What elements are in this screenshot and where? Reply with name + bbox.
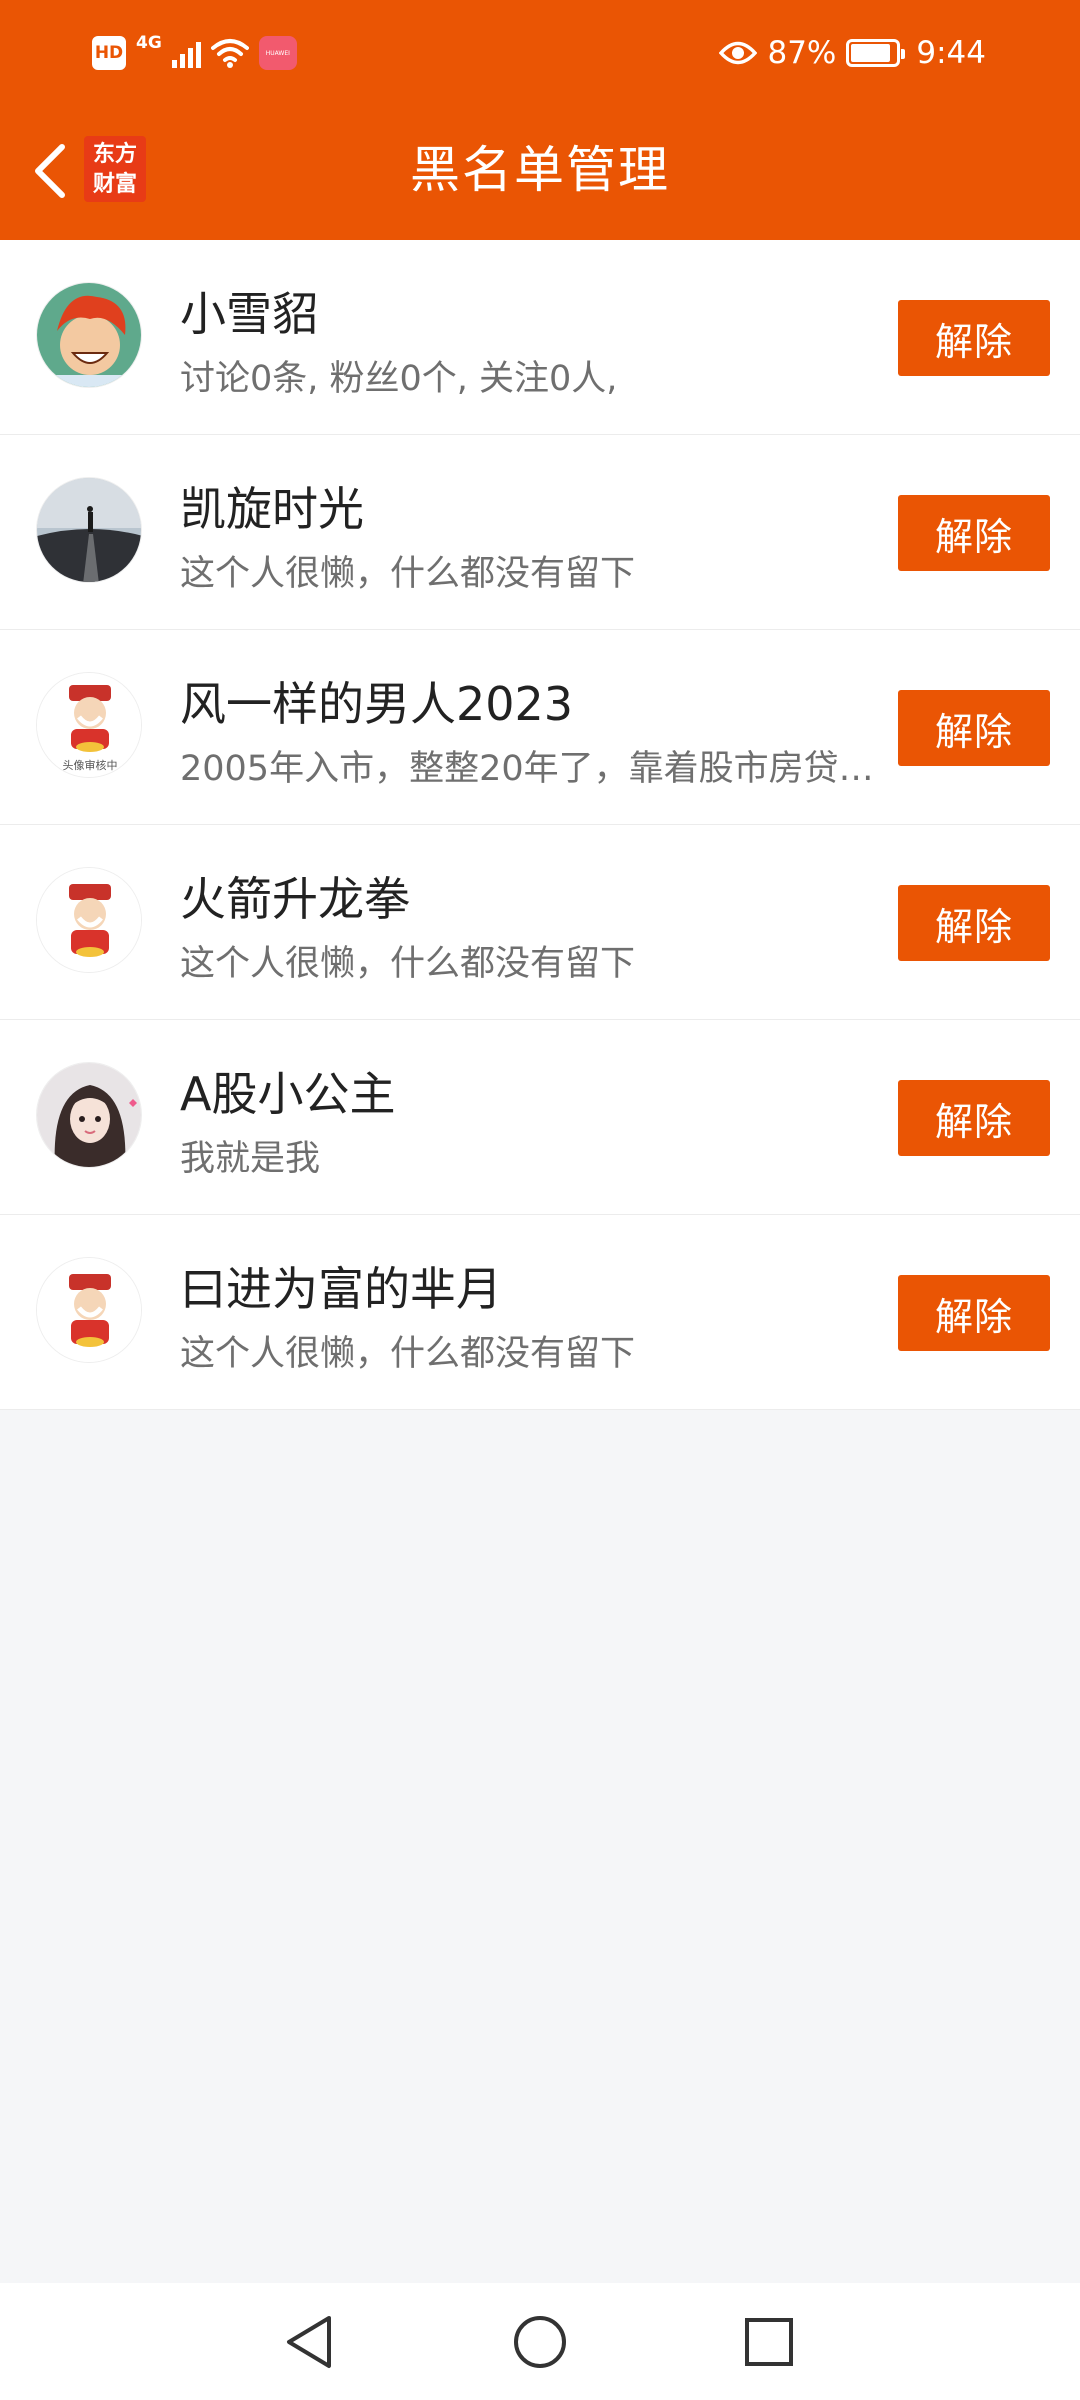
list-item: 曰进为富的芈月 这个人很懒，什么都没有留下 解除 (0, 1215, 1080, 1410)
list-item: 火箭升龙拳 这个人很懒，什么都没有留下 解除 (0, 825, 1080, 1020)
status-bar: HD 4G HUAWEI 87% 9:44 (0, 0, 1080, 100)
circle-home-icon (514, 2316, 566, 2368)
battery-icon (846, 39, 906, 67)
avatar[interactable] (36, 477, 142, 583)
status-right: 87% 9:44 (719, 28, 986, 78)
unblock-button[interactable]: 解除 (898, 300, 1050, 376)
user-name: 风一样的男人2023 (180, 677, 574, 731)
square-recents-icon (745, 2318, 793, 2366)
hd-icon: HD (92, 36, 126, 70)
user-name: 火箭升龙拳 (180, 872, 410, 926)
clock: 9:44 (916, 35, 986, 71)
app-header: 黑名单管理 东方 财富 (0, 100, 1080, 240)
list-item: A股小公主 我就是我 解除 (0, 1020, 1080, 1215)
avatar[interactable]: 头像审核中 (36, 672, 142, 778)
user-description: 讨论0条, 粉丝0个, 关注0人, (180, 359, 618, 399)
unblock-button[interactable]: 解除 (898, 690, 1050, 766)
user-description: 我就是我 (180, 1139, 321, 1179)
avatar[interactable] (36, 282, 142, 388)
battery-fill (851, 44, 890, 62)
unblock-button[interactable]: 解除 (898, 495, 1050, 571)
status-left: HD 4G HUAWEI (92, 30, 297, 76)
user-name: 凯旋时光 (180, 482, 364, 536)
avatar[interactable] (36, 1062, 142, 1168)
avatar[interactable] (36, 867, 142, 973)
user-description: 2005年入市，整整20年了，靠着股市房贷还清了 (180, 749, 880, 789)
battery-percent: 87% (767, 35, 837, 71)
list-item: 头像审核中 风一样的男人2023 2005年入市，整整20年了，靠着股市房贷还清… (0, 630, 1080, 825)
nav-back-button[interactable] (278, 2311, 340, 2373)
user-description: 这个人很懒，什么都没有留下 (180, 554, 636, 594)
nav-recents-button[interactable] (738, 2311, 800, 2373)
unblock-button[interactable]: 解除 (898, 885, 1050, 961)
triangle-back-icon (287, 2316, 331, 2368)
nav-home-button[interactable] (509, 2311, 571, 2373)
user-name: 小雪貂 (180, 287, 318, 341)
huawei-app-icon: HUAWEI (258, 36, 297, 70)
svg-text:头像审核中: 头像审核中 (63, 758, 118, 772)
back-button[interactable] (22, 138, 78, 204)
user-description: 这个人很懒，什么都没有留下 (180, 944, 636, 984)
wifi-icon (210, 39, 249, 68)
list-item: 凯旋时光 这个人很懒，什么都没有留下 解除 (0, 435, 1080, 630)
signal-icon (171, 38, 201, 68)
unblock-button[interactable]: 解除 (898, 1080, 1050, 1156)
list-item: 小雪貂 讨论0条, 粉丝0个, 关注0人, 解除 (0, 240, 1080, 435)
avatar[interactable] (36, 1257, 142, 1363)
user-description: 这个人很懒，什么都没有留下 (180, 1334, 636, 1374)
system-nav-bar (0, 2283, 1080, 2400)
eye-icon (719, 41, 758, 65)
user-name: 曰进为富的芈月 (180, 1262, 502, 1316)
blacklist: 小雪貂 讨论0条, 粉丝0个, 关注0人, 解除 凯旋时光 这个人很懒，什么都没… (0, 240, 1080, 1410)
unblock-button[interactable]: 解除 (898, 1275, 1050, 1351)
network-type: 4G (136, 33, 162, 53)
chevron-left-icon (35, 144, 65, 198)
page-title: 黑名单管理 (410, 141, 670, 199)
eastmoney-logo: 东方 财富 (84, 136, 146, 202)
user-name: A股小公主 (180, 1067, 396, 1121)
